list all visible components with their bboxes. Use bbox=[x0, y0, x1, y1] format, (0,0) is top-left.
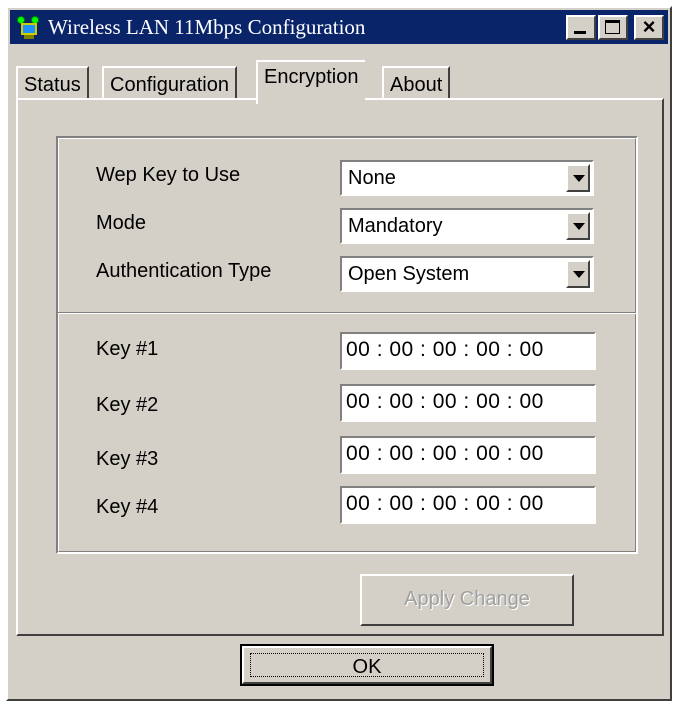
key-1-label: Key #1 bbox=[96, 338, 159, 360]
key-2-field[interactable]: 00 : 00 : 00 : 00 : 00 bbox=[340, 384, 596, 422]
key-1-field[interactable]: 00 : 00 : 00 : 00 : 00 bbox=[340, 332, 596, 370]
chevron-down-icon bbox=[573, 223, 585, 230]
wep-key-label: Wep Key to Use bbox=[96, 164, 241, 186]
wep-key-value: None bbox=[348, 167, 396, 189]
auth-type-dropdown-button[interactable] bbox=[566, 260, 590, 288]
ok-button-label: OK bbox=[250, 653, 484, 678]
config-window: Wireless LAN 11Mbps Configuration × Stat… bbox=[6, 6, 672, 701]
wireless-adapter-icon bbox=[16, 14, 42, 40]
tab-configuration[interactable]: Configuration bbox=[102, 66, 237, 102]
key-4-field[interactable]: 00 : 00 : 00 : 00 : 00 bbox=[340, 486, 596, 524]
auth-type-value: Open System bbox=[348, 263, 470, 285]
mode-select[interactable]: Mandatory bbox=[340, 208, 594, 244]
ok-button[interactable]: OK bbox=[240, 644, 494, 686]
group-divider bbox=[58, 312, 636, 314]
close-icon: × bbox=[642, 14, 656, 39]
minimize-icon bbox=[574, 31, 586, 34]
key-3-label: Key #3 bbox=[96, 448, 159, 470]
mode-label: Mode bbox=[96, 212, 147, 234]
close-button[interactable]: × bbox=[634, 14, 664, 40]
title-bar[interactable]: Wireless LAN 11Mbps Configuration × bbox=[10, 10, 668, 44]
encryption-group: Wep Key to Use None Mode Mandatory Authe… bbox=[56, 136, 638, 554]
key-2-label: Key #2 bbox=[96, 394, 159, 416]
maximize-icon bbox=[605, 20, 620, 34]
apply-change-button[interactable]: Apply Change bbox=[360, 574, 574, 626]
minimize-button[interactable] bbox=[566, 15, 596, 40]
tab-status[interactable]: Status bbox=[16, 66, 89, 102]
mode-value: Mandatory bbox=[348, 215, 443, 237]
key-3-field[interactable]: 00 : 00 : 00 : 00 : 00 bbox=[340, 436, 596, 474]
maximize-button[interactable] bbox=[598, 15, 628, 40]
mode-dropdown-button[interactable] bbox=[566, 212, 590, 240]
key-4-label: Key #4 bbox=[96, 496, 159, 518]
encryption-panel: Wep Key to Use None Mode Mandatory Authe… bbox=[16, 98, 664, 636]
tab-about[interactable]: About bbox=[382, 66, 451, 102]
auth-type-label: Authentication Type bbox=[96, 260, 272, 282]
wep-key-select[interactable]: None bbox=[340, 160, 594, 196]
wep-key-dropdown-button[interactable] bbox=[566, 164, 590, 192]
auth-type-select[interactable]: Open System bbox=[340, 256, 594, 292]
chevron-down-icon bbox=[573, 175, 585, 182]
chevron-down-icon bbox=[573, 271, 585, 278]
tab-encryption[interactable]: Encryption bbox=[256, 60, 365, 104]
window-title: Wireless LAN 11Mbps Configuration bbox=[48, 14, 366, 39]
